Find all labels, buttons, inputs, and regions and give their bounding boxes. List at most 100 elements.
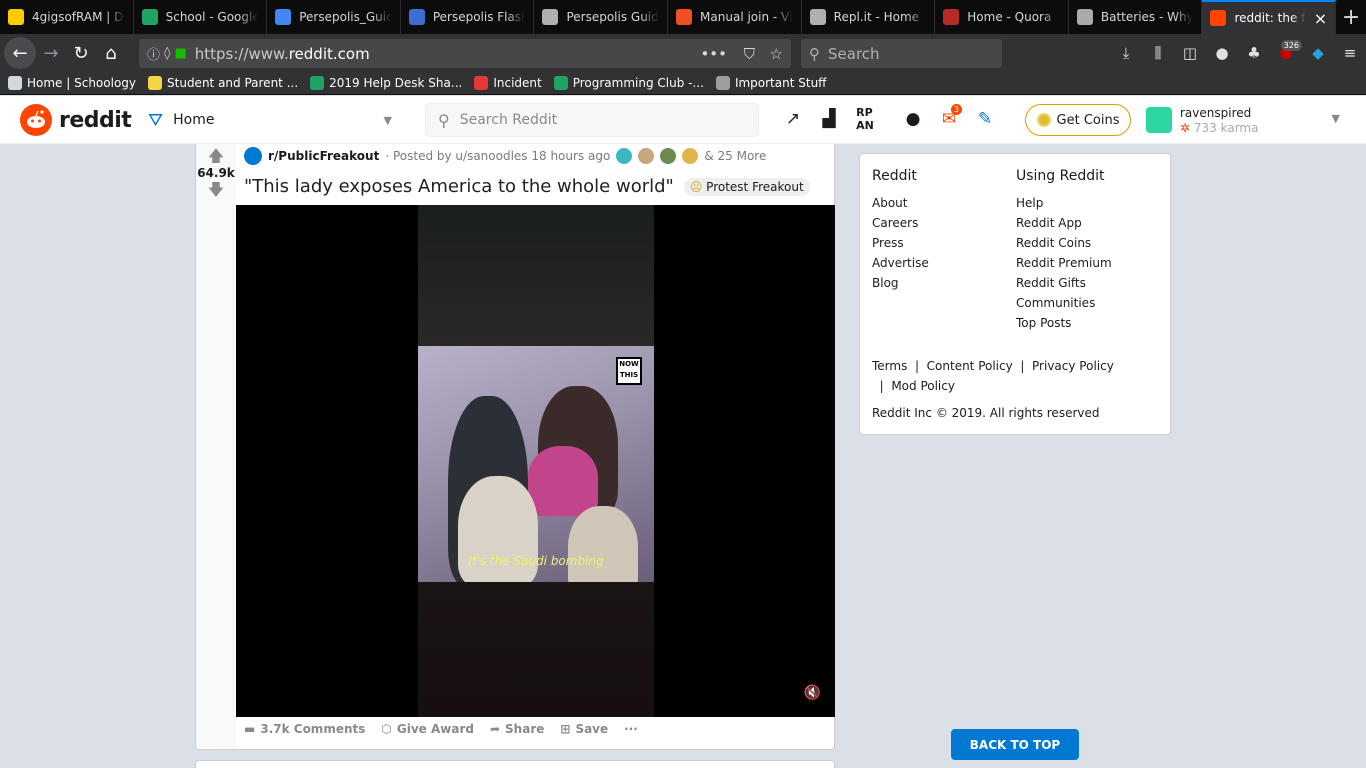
footer-link[interactable]: Careers xyxy=(872,213,929,233)
reddit-search-placeholder: Search Reddit xyxy=(459,112,558,128)
pocket-icon[interactable]: ⛉ xyxy=(744,45,755,63)
award-icon[interactable] xyxy=(660,148,677,164)
create-post-icon[interactable]: ✎ xyxy=(970,104,1000,134)
award-icon[interactable] xyxy=(616,148,633,164)
downvote-icon[interactable]: 🡇 xyxy=(208,182,224,198)
rpan-icon[interactable]: RP AN xyxy=(850,104,880,134)
home-button[interactable]: ⌂ xyxy=(96,38,126,68)
home-icon: ⛛ xyxy=(148,109,164,131)
reddit-logo[interactable]: reddit xyxy=(20,104,132,136)
next-post-card[interactable] xyxy=(195,760,835,768)
tab-favicon-icon xyxy=(275,9,292,25)
extension-icon[interactable]: ♣ xyxy=(1238,34,1270,72)
tab-favicon-icon xyxy=(1210,10,1227,26)
separator: | xyxy=(872,379,892,393)
footer-link[interactable]: Communities xyxy=(1016,293,1112,313)
browser-tab[interactable]: School - Google D xyxy=(134,0,268,34)
tab-title: Persepolis_Guide xyxy=(299,10,392,24)
browser-search-placeholder: Search xyxy=(828,44,880,63)
user-dropdown[interactable]: ravenspired ✲ 733 karma ▼ xyxy=(1146,104,1346,136)
footer-link[interactable]: Reddit Premium xyxy=(1016,253,1112,273)
karma-icon: ✲ xyxy=(1180,120,1191,135)
browser-tab[interactable]: Persepolis_Guide xyxy=(267,0,401,34)
bookmark-item[interactable]: Incident xyxy=(474,76,542,90)
browser-tab[interactable]: Batteries - Why L xyxy=(1069,0,1203,34)
info-icon[interactable]: ⓘ xyxy=(147,44,160,63)
all-icon[interactable]: ▟ xyxy=(814,104,844,134)
browser-tab[interactable]: Home - Quora xyxy=(935,0,1069,34)
browser-tab[interactable]: Manual join - Visu xyxy=(668,0,802,34)
bookmark-item[interactable]: Programming Club -... xyxy=(553,76,704,90)
footer-link[interactable]: Help xyxy=(1016,193,1112,213)
tab-favicon-icon xyxy=(676,9,693,25)
page-actions-icon[interactable]: ••• xyxy=(700,45,727,63)
comments-button[interactable]: ▬ 3.7k Comments xyxy=(244,722,365,736)
browser-search-bar[interactable]: ⚲ Search xyxy=(801,39,1002,68)
get-coins-button[interactable]: Get Coins xyxy=(1025,104,1131,136)
mute-icon[interactable]: 🔇 xyxy=(804,685,821,701)
footer-link[interactable]: Reddit App xyxy=(1016,213,1112,233)
bookmark-item[interactable]: Home | Schoology xyxy=(8,76,136,90)
legal-link[interactable]: Mod Policy xyxy=(891,379,955,393)
bookmark-star-icon[interactable]: ☆ xyxy=(770,45,783,63)
downloads-icon[interactable]: ⤓ xyxy=(1110,34,1142,72)
mail-icon[interactable]: ✉ 3 xyxy=(934,104,964,134)
reddit-search-input[interactable]: ⚲ Search Reddit xyxy=(425,103,759,137)
browser-tab[interactable]: Persepolis Flashc xyxy=(401,0,535,34)
sidebar-icon[interactable]: ◫ xyxy=(1174,34,1206,72)
post-card[interactable]: 🡅 64.9k 🡇 r/PublicFreakout · Posted by u… xyxy=(195,144,835,750)
footer-link[interactable]: Top Posts xyxy=(1016,313,1112,333)
back-button[interactable]: ← xyxy=(4,37,36,69)
extension-icon-blue[interactable]: ◆ xyxy=(1302,34,1334,72)
footer-link[interactable]: Reddit Coins xyxy=(1016,233,1112,253)
share-button[interactable]: ➦ Share xyxy=(490,722,544,736)
home-dropdown[interactable]: ⛛ Home ▼ xyxy=(148,105,398,135)
post-title[interactable]: "This lady exposes America to the whole … xyxy=(244,176,674,197)
browser-tab[interactable]: 4gigsofRAM | Dat xyxy=(0,0,134,34)
footer-link[interactable]: Reddit Gifts xyxy=(1016,273,1112,293)
tracking-shield-icon[interactable]: ◊ xyxy=(164,46,170,61)
legal-link[interactable]: Privacy Policy xyxy=(1032,359,1114,373)
reload-button[interactable]: ↻ xyxy=(66,38,96,68)
save-button[interactable]: ⊞ Save xyxy=(560,722,608,736)
back-to-top-button[interactable]: BACK TO TOP xyxy=(951,729,1079,760)
upvote-icon[interactable]: 🡅 xyxy=(208,148,224,164)
forward-button[interactable]: → xyxy=(36,38,66,68)
browser-tab[interactable]: Repl.it - Home xyxy=(802,0,936,34)
new-tab-button[interactable]: + xyxy=(1336,0,1366,34)
post-flair[interactable]: ☹ Protest Freakout xyxy=(683,177,810,196)
footer-link[interactable]: Blog xyxy=(872,273,929,293)
chat-icon[interactable]: ● xyxy=(898,104,928,134)
legal-link[interactable]: Terms xyxy=(872,359,907,373)
subreddit-icon[interactable] xyxy=(244,147,262,165)
browser-tab[interactable]: reddit: the front × xyxy=(1202,0,1337,34)
popular-icon[interactable]: ↗ xyxy=(778,104,808,134)
reddit-header: reddit ⛛ Home ▼ ⚲ Search Reddit ↗ ▟ RP AN… xyxy=(0,96,1366,144)
award-outline-icon: ⬡ xyxy=(381,722,392,736)
give-award-button[interactable]: ⬡ Give Award xyxy=(381,722,474,736)
footer-link[interactable]: About xyxy=(872,193,929,213)
ublock-icon[interactable]: ⬢ 326 xyxy=(1270,34,1302,72)
footer-link[interactable]: Press xyxy=(872,233,929,253)
bookmark-item[interactable]: Important Stuff xyxy=(715,76,826,90)
chevron-down-icon: ▼ xyxy=(1331,112,1340,125)
award-icon[interactable] xyxy=(682,148,699,164)
browser-tab[interactable]: Persepolis Guide xyxy=(534,0,669,34)
award-icon[interactable] xyxy=(638,148,655,164)
bookmark-item[interactable]: 2019 Help Desk Sha... xyxy=(310,76,462,90)
video-player[interactable]: NOW THIS It's the Saudi bombing 🔇 xyxy=(236,205,835,717)
coin-icon xyxy=(1036,113,1051,127)
bookmark-item[interactable]: Student and Parent ... xyxy=(148,76,298,90)
account-icon[interactable]: ● xyxy=(1206,34,1238,72)
subreddit-link[interactable]: r/PublicFreakout xyxy=(268,149,379,163)
library-icon[interactable]: ⫼ xyxy=(1142,34,1174,72)
separator: | xyxy=(1012,359,1033,373)
awards-more[interactable]: & 25 More xyxy=(704,149,766,163)
more-options-button[interactable]: ··· xyxy=(624,722,638,736)
menu-icon[interactable]: ≡ xyxy=(1334,34,1366,72)
footer-link[interactable]: Advertise xyxy=(872,253,929,273)
legal-link[interactable]: Content Policy xyxy=(927,359,1013,373)
close-tab-icon[interactable]: × xyxy=(1314,9,1327,28)
post-actions: ▬ 3.7k Comments ⬡ Give Award ➦ Share ⊞ Save … xyxy=(244,722,638,736)
url-bar[interactable]: ⓘ ◊ ■ https://www. reddit.com ••• ⛉ ☆ xyxy=(139,39,791,68)
